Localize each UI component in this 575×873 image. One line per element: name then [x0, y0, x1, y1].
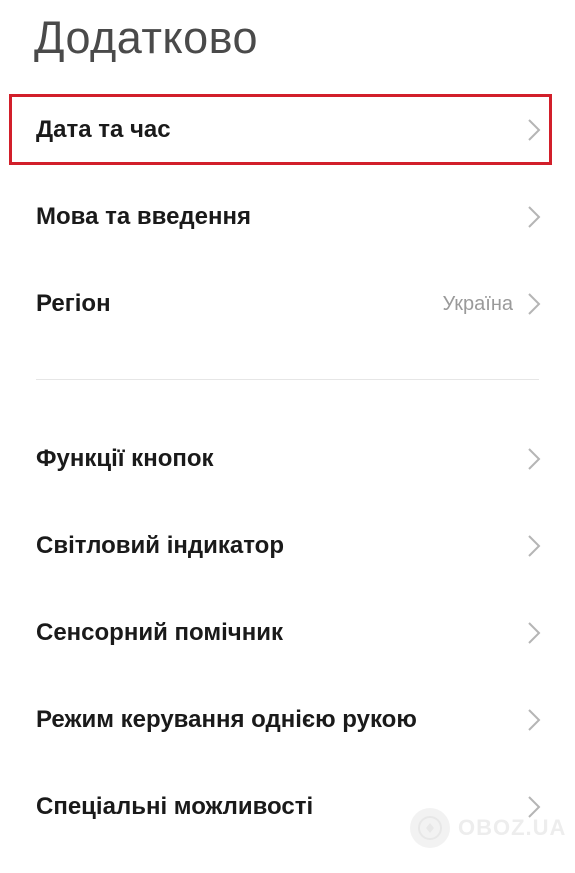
settings-item-label: Регіон [36, 290, 111, 317]
chevron-right-icon [527, 447, 541, 471]
page-title: Додатково [34, 12, 259, 63]
settings-item-label: Режим керування однією рукою [36, 706, 417, 733]
chevron-right-icon [527, 292, 541, 316]
chevron-right-icon [527, 534, 541, 558]
watermark: OBOZ.UA [410, 808, 566, 848]
settings-item-notification-light[interactable]: Світловий індикатор [0, 509, 575, 583]
chevron-right-icon [527, 118, 541, 142]
settings-item-label: Світловий індикатор [36, 532, 284, 559]
settings-item-one-handed-mode[interactable]: Режим керування однією рукою [0, 683, 575, 757]
settings-item-region[interactable]: Регіон Україна [0, 267, 575, 341]
settings-item-language-input[interactable]: Мова та введення [0, 180, 575, 254]
settings-item-label: Функції кнопок [36, 445, 214, 472]
chevron-right-icon [527, 708, 541, 732]
settings-item-label: Дата та час [36, 116, 171, 143]
settings-item-label: Сенсорний помічник [36, 619, 283, 646]
settings-item-date-time[interactable]: Дата та час [0, 93, 575, 167]
chevron-right-icon [527, 621, 541, 645]
chevron-right-icon [527, 205, 541, 229]
watermark-logo-icon [410, 808, 450, 848]
section-divider [36, 379, 539, 380]
settings-item-value: Україна [442, 292, 513, 315]
watermark-text: OBOZ.UA [458, 815, 567, 840]
settings-item-touch-assistant[interactable]: Сенсорний помічник [0, 596, 575, 670]
settings-screen: Додатково Дата та час Мова та введення Р… [0, 0, 575, 873]
settings-item-label: Мова та введення [36, 203, 251, 230]
settings-item-button-functions[interactable]: Функції кнопок [0, 422, 575, 496]
